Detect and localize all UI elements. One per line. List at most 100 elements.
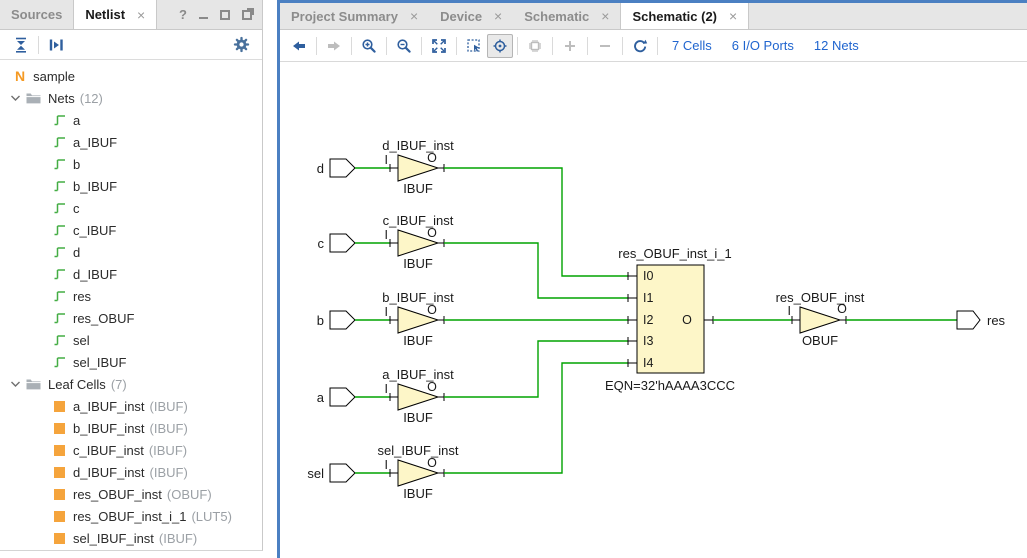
tree-leaf-cell-item[interactable]: res_OBUF_inst_i_1(LUT5) [0,505,262,527]
tab-schematic[interactable]: Schematic × [513,3,620,29]
net-wire-sel-ibuf[interactable] [444,363,628,473]
remove-from-schematic-button[interactable] [592,34,618,58]
port-label-b: b [317,313,324,328]
expand-hierarchy-icon [48,37,64,53]
editor-tabbar: Project Summary × Device × Schematic × S… [280,3,1027,30]
input-port-c[interactable] [330,234,355,252]
net-label: res [73,289,91,304]
schematic-row-d: d I O d_IBUF_inst IBUF [317,138,454,196]
port-label-c: c [318,236,325,251]
pin-label-o: O [427,226,437,240]
net-icon [54,202,66,214]
net-label: c_IBUF [73,223,116,238]
zoom-to-selection-button[interactable] [461,34,487,58]
tree-root-sample[interactable]: N sample [0,65,262,87]
net-label: b_IBUF [73,179,117,194]
tab-sources-label: Sources [11,7,62,22]
tab-label: Project Summary [291,9,398,24]
tree-net-item[interactable]: sel_IBUF [0,351,262,373]
toolbar-separator [38,36,39,54]
close-icon[interactable]: × [601,8,609,24]
zoom-in-button[interactable] [356,34,382,58]
obuf-symbol[interactable] [800,307,840,333]
close-icon[interactable]: × [729,8,737,24]
nets-count-link[interactable]: 12 Nets [814,38,859,53]
tree-net-item[interactable]: res_OBUF [0,307,262,329]
netlist-panel: Sources Netlist × ? [0,0,263,551]
tree-net-item[interactable]: d [0,241,262,263]
close-icon[interactable]: × [494,8,502,24]
tree-group-leaf-cells[interactable]: Leaf Cells (7) [0,373,262,395]
tree-leaf-cell-item[interactable]: a_IBUF_inst(IBUF) [0,395,262,417]
add-to-schematic-button[interactable] [557,34,583,58]
tree-net-item[interactable]: res [0,285,262,307]
regenerate-button[interactable] [627,34,653,58]
tree-net-item[interactable]: sel [0,329,262,351]
close-icon[interactable]: × [137,7,145,23]
tree-leaf-cell-item[interactable]: c_IBUF_inst(IBUF) [0,439,262,461]
pin-label-i2: I2 [643,313,653,327]
net-wire-c-ibuf[interactable] [444,243,628,298]
netlist-root-icon: N [15,68,25,84]
cells-count-link[interactable]: 7 Cells [672,38,712,53]
input-port-b[interactable] [330,311,355,329]
tab-sources[interactable]: Sources [0,0,73,29]
chevron-down-icon[interactable] [10,379,21,389]
show-connectivity-button[interactable] [522,34,548,58]
forward-button[interactable] [321,34,347,58]
cell-label: sel_IBUF_inst [73,531,154,546]
net-label: b [73,157,80,172]
io-ports-count-link[interactable]: 6 I/O Ports [732,38,794,53]
tab-label: Schematic [524,9,589,24]
tree-net-item[interactable]: d_IBUF [0,263,262,285]
collapse-all-icon [13,37,29,53]
tree-group-nets[interactable]: Nets (12) [0,87,262,109]
settings-button[interactable] [228,33,254,57]
minus-icon [597,38,613,54]
group-label: Leaf Cells [48,377,106,392]
tree-net-item[interactable]: c_IBUF [0,219,262,241]
schematic-row-sel: sel I O sel_IBUF_inst IBUF [307,443,458,501]
schematic-stats: 7 Cells 6 I/O Ports 12 Nets [672,38,859,53]
tree-net-item[interactable]: b [0,153,262,175]
output-port-res[interactable] [957,311,980,329]
input-port-a[interactable] [330,388,355,406]
tab-device[interactable]: Device × [429,3,513,29]
tab-project-summary[interactable]: Project Summary × [280,3,429,29]
net-icon [54,268,66,280]
refresh-icon [632,38,648,54]
tree-net-item[interactable]: a_IBUF [0,131,262,153]
net-wire-d-ibuf[interactable] [444,168,628,276]
tree-net-item[interactable]: a [0,109,262,131]
instance-label: d_IBUF_inst [382,138,454,153]
collapse-all-button[interactable] [8,33,34,57]
minimize-icon[interactable] [199,17,208,19]
net-icon [54,114,66,126]
help-icon[interactable]: ? [179,7,187,22]
expand-hierarchy-button[interactable] [43,33,69,57]
close-icon[interactable]: × [410,8,418,24]
group-count: (12) [80,91,103,106]
back-button[interactable] [286,34,312,58]
float-icon[interactable] [242,10,252,20]
tree-leaf-cell-item[interactable]: d_IBUF_inst(IBUF) [0,461,262,483]
pin-label-i: I [385,458,388,472]
tree-leaf-cell-item[interactable]: sel_IBUF_inst(IBUF) [0,527,262,549]
zoom-fit-button[interactable] [426,34,452,58]
input-port-sel[interactable] [330,464,355,482]
maximize-icon[interactable] [220,10,230,20]
tab-schematic-2[interactable]: Schematic (2) × [620,3,749,29]
cell-label: d_IBUF_inst [73,465,145,480]
tree-net-item[interactable]: b_IBUF [0,175,262,197]
tree-leaf-cell-item[interactable]: res_OBUF_inst(OBUF) [0,483,262,505]
net-wire-a-ibuf[interactable] [444,341,628,397]
autofit-selection-button[interactable] [487,34,513,58]
input-port-d[interactable] [330,159,355,177]
instance-label: sel_IBUF_inst [378,443,459,458]
tree-leaf-cell-item[interactable]: b_IBUF_inst(IBUF) [0,417,262,439]
tree-net-item[interactable]: c [0,197,262,219]
chevron-down-icon[interactable] [10,93,21,103]
tab-netlist[interactable]: Netlist × [73,0,157,29]
schematic-canvas[interactable]: d I O d_IBUF_inst IBUF c [280,62,1027,558]
zoom-out-button[interactable] [391,34,417,58]
